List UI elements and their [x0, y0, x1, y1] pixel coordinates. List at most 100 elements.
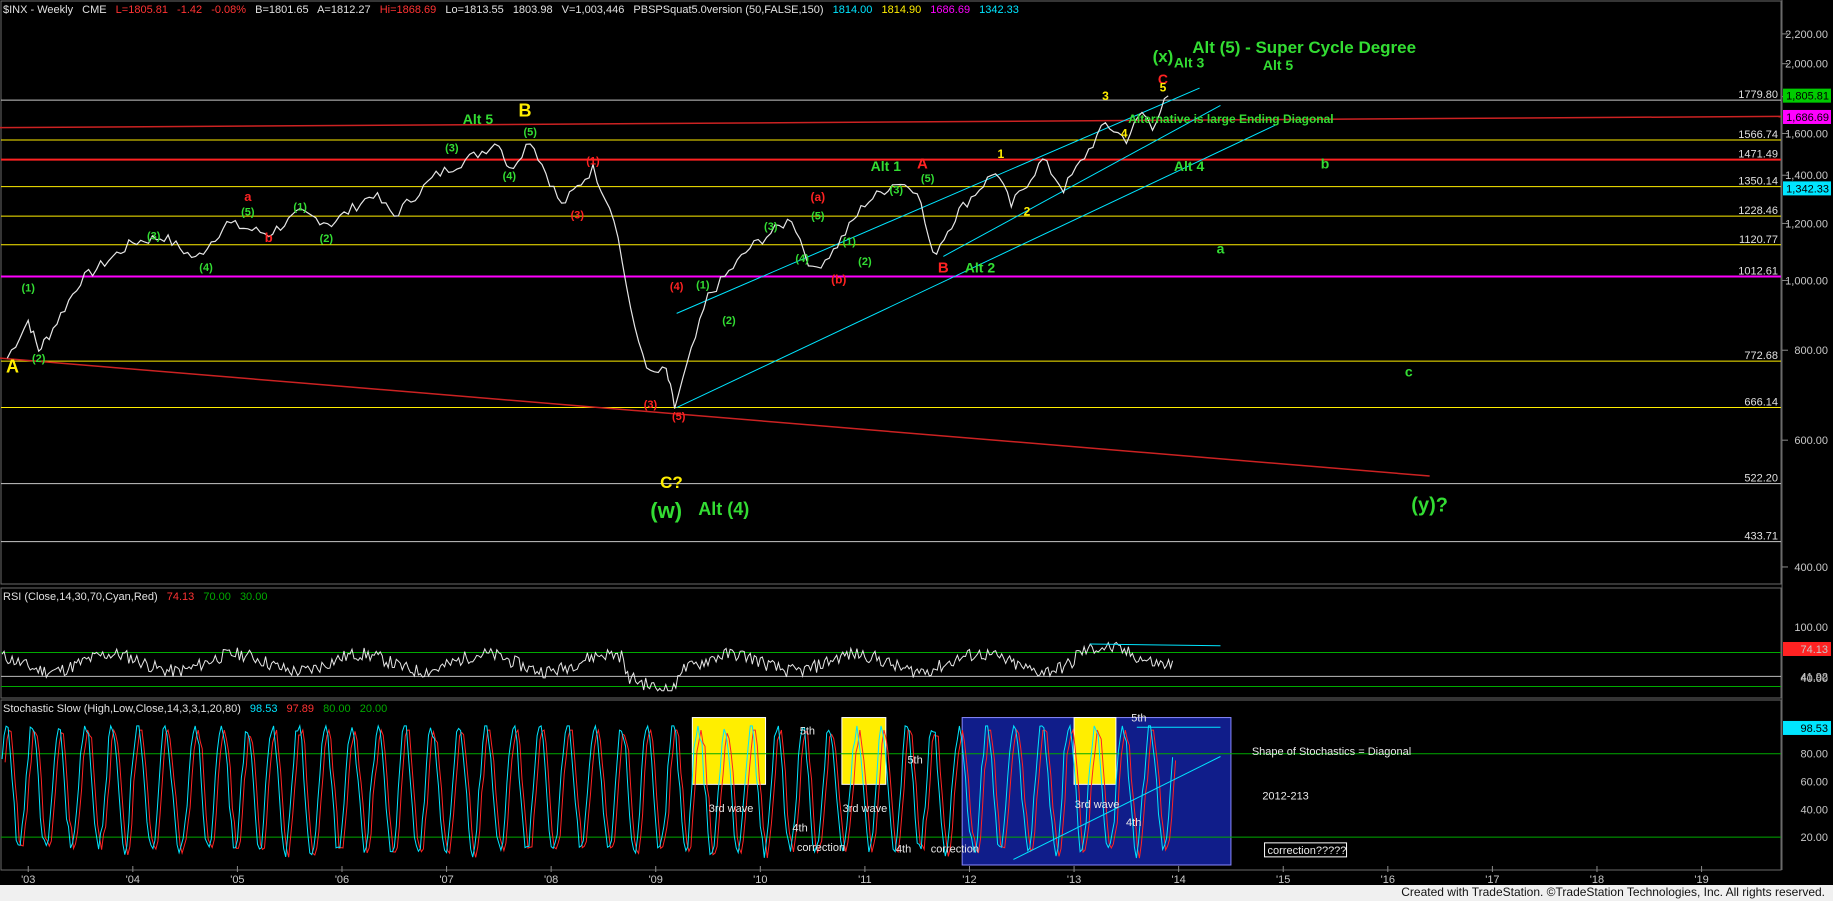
stoch-annotation: 3rd wave [709, 803, 754, 815]
wave-label: (y)? [1411, 494, 1448, 516]
wave-label: 1 [998, 147, 1005, 161]
wave-label: (5) [921, 173, 935, 185]
wave-label: (3) [644, 399, 658, 411]
wave-label: Alt (5) - Super Cycle Degree [1192, 38, 1416, 57]
stoch-tick-label: 40.00 [1800, 804, 1828, 816]
stoch-annotation: 3rd wave [843, 803, 888, 815]
wave-label: (5) [241, 207, 255, 219]
wave-label: a [244, 189, 252, 204]
wave-label: (1) [586, 155, 600, 167]
wave-label: (3) [147, 230, 161, 242]
wave-label: (3) [764, 221, 778, 233]
wave-label: A [917, 156, 928, 173]
wave-label: Alt (4) [698, 499, 749, 519]
price-tick-label: 1,400.00 [1785, 170, 1828, 182]
wave-label: 4 [1121, 126, 1128, 140]
price-level-label: 1779.80 [1738, 89, 1778, 101]
wave-label: (2) [320, 233, 334, 245]
stoch-tick-label: 20.00 [1800, 832, 1828, 844]
wave-label: A [6, 356, 19, 376]
wave-label: Alt 2 [965, 260, 996, 276]
price-level-label: 1566.74 [1738, 129, 1778, 141]
wave-label: (1) [842, 236, 856, 248]
rsi-badge-label: 74.13 [1800, 644, 1828, 656]
stoch-annotation: correction [797, 842, 845, 854]
price-level-label: 522.20 [1744, 473, 1778, 485]
wave-label: C? [660, 473, 683, 492]
price-tick-label: 1,600.00 [1785, 128, 1828, 140]
stoch-tick-label: 60.00 [1800, 777, 1828, 789]
wave-label: (a) [811, 190, 826, 204]
price-level-label: 772.68 [1744, 350, 1778, 362]
wave-label: (3) [445, 143, 459, 155]
wave-label: 5 [1160, 80, 1167, 94]
stoch-annotation: Shape of Stochastics = Diagonal [1252, 746, 1411, 758]
wave-label: (w) [650, 498, 682, 523]
wave-label: Alt 5 [463, 111, 494, 127]
price-tick-label: 600.00 [1794, 435, 1828, 447]
price-tick-label: 2,000.00 [1785, 59, 1828, 71]
wave-label: (4) [795, 253, 809, 265]
price-tick-label: 800.00 [1794, 345, 1828, 357]
rsi-header: RSI (Close,14,30,70,Cyan,Red) 74.13 70.0… [3, 591, 267, 603]
price-level-label: 1228.46 [1738, 205, 1778, 217]
wave-label: (x) [1153, 47, 1174, 66]
stoch-annotation: 2012-213 [1262, 791, 1309, 803]
wave-label: B [519, 100, 532, 120]
stoch-badge-label: 98.53 [1800, 723, 1828, 735]
wave-label: b [265, 230, 273, 245]
wave-label: (b) [831, 273, 846, 287]
wave-label: Alt 4 [1174, 158, 1205, 174]
wave-label: Alternative is large Ending Diagonal [1128, 112, 1333, 126]
chart-canvas: $INX - Weekly CME L=1805.81 -1.42 -0.08%… [0, 0, 1833, 901]
stoch-annotation: 4th [896, 843, 911, 855]
wave-label: Alt 3 [1174, 55, 1205, 71]
wave-label: 2 [1024, 205, 1031, 219]
price-tick-label: 400.00 [1794, 562, 1828, 574]
wave-label: (1) [22, 283, 36, 295]
price-tick-label: 1,200.00 [1785, 218, 1828, 230]
price-level-label: 1471.49 [1738, 149, 1778, 161]
wave-label: c [1405, 364, 1413, 380]
wave-label: (4) [199, 262, 213, 274]
stoch-annotation: correction????? [1268, 845, 1347, 857]
price-badge-label: 1,342.33 [1786, 183, 1829, 195]
wave-label: (5) [672, 411, 686, 423]
price-tick-label: 1,000.00 [1785, 275, 1828, 287]
stoch-annotation: 3rd wave [1075, 799, 1120, 811]
price-level-label: 666.14 [1744, 396, 1778, 408]
wave-label: (2) [32, 353, 46, 365]
price-level-label: 1120.77 [1739, 234, 1778, 246]
wave-label: B [938, 260, 949, 277]
wave-label: Alt 5 [1263, 57, 1294, 73]
wave-label: (2) [858, 256, 872, 268]
price-level-label: 1012.61 [1738, 266, 1778, 278]
rsi-tick-label: 100.00 [1794, 622, 1828, 634]
wave-label: (1) [293, 202, 307, 214]
wave-label: 3 [1102, 89, 1109, 103]
stoch-third-wave-box [841, 717, 887, 785]
wave-label: (2) [722, 315, 736, 327]
wave-label: (5) [811, 211, 825, 223]
stoch-annotation: 5th [1131, 713, 1146, 725]
wave-label: a [1217, 240, 1225, 256]
stoch-annotation: 4th [1126, 817, 1141, 829]
wave-label: b [1321, 156, 1330, 172]
price-tick-label: 2,200.00 [1785, 29, 1828, 41]
stoch-annotation: 4th [792, 823, 807, 835]
footer-credit: Created with TradeStation. ©TradeStation… [1401, 885, 1825, 899]
wave-label: (3) [890, 185, 904, 197]
stoch-header: Stochastic Slow (High,Low,Close,14,3,3,1… [3, 703, 387, 715]
rsi-badge-label: 41.92 [1800, 671, 1828, 683]
price-badge-label: 1,805.81 [1786, 91, 1829, 103]
price-level-label: 433.71 [1744, 531, 1778, 543]
wave-label: Alt 1 [871, 158, 902, 174]
wave-label: (4) [503, 171, 517, 183]
stoch-annotation: correction [931, 843, 979, 855]
stoch-annotation: 5th [800, 725, 815, 737]
price-level-label: 1350.14 [1738, 176, 1778, 188]
wave-label: (1) [696, 279, 710, 291]
stoch-annotation: 5th [907, 754, 922, 766]
wave-label: (4) [670, 281, 684, 293]
price-badge-label: 1,686.69 [1786, 112, 1829, 124]
